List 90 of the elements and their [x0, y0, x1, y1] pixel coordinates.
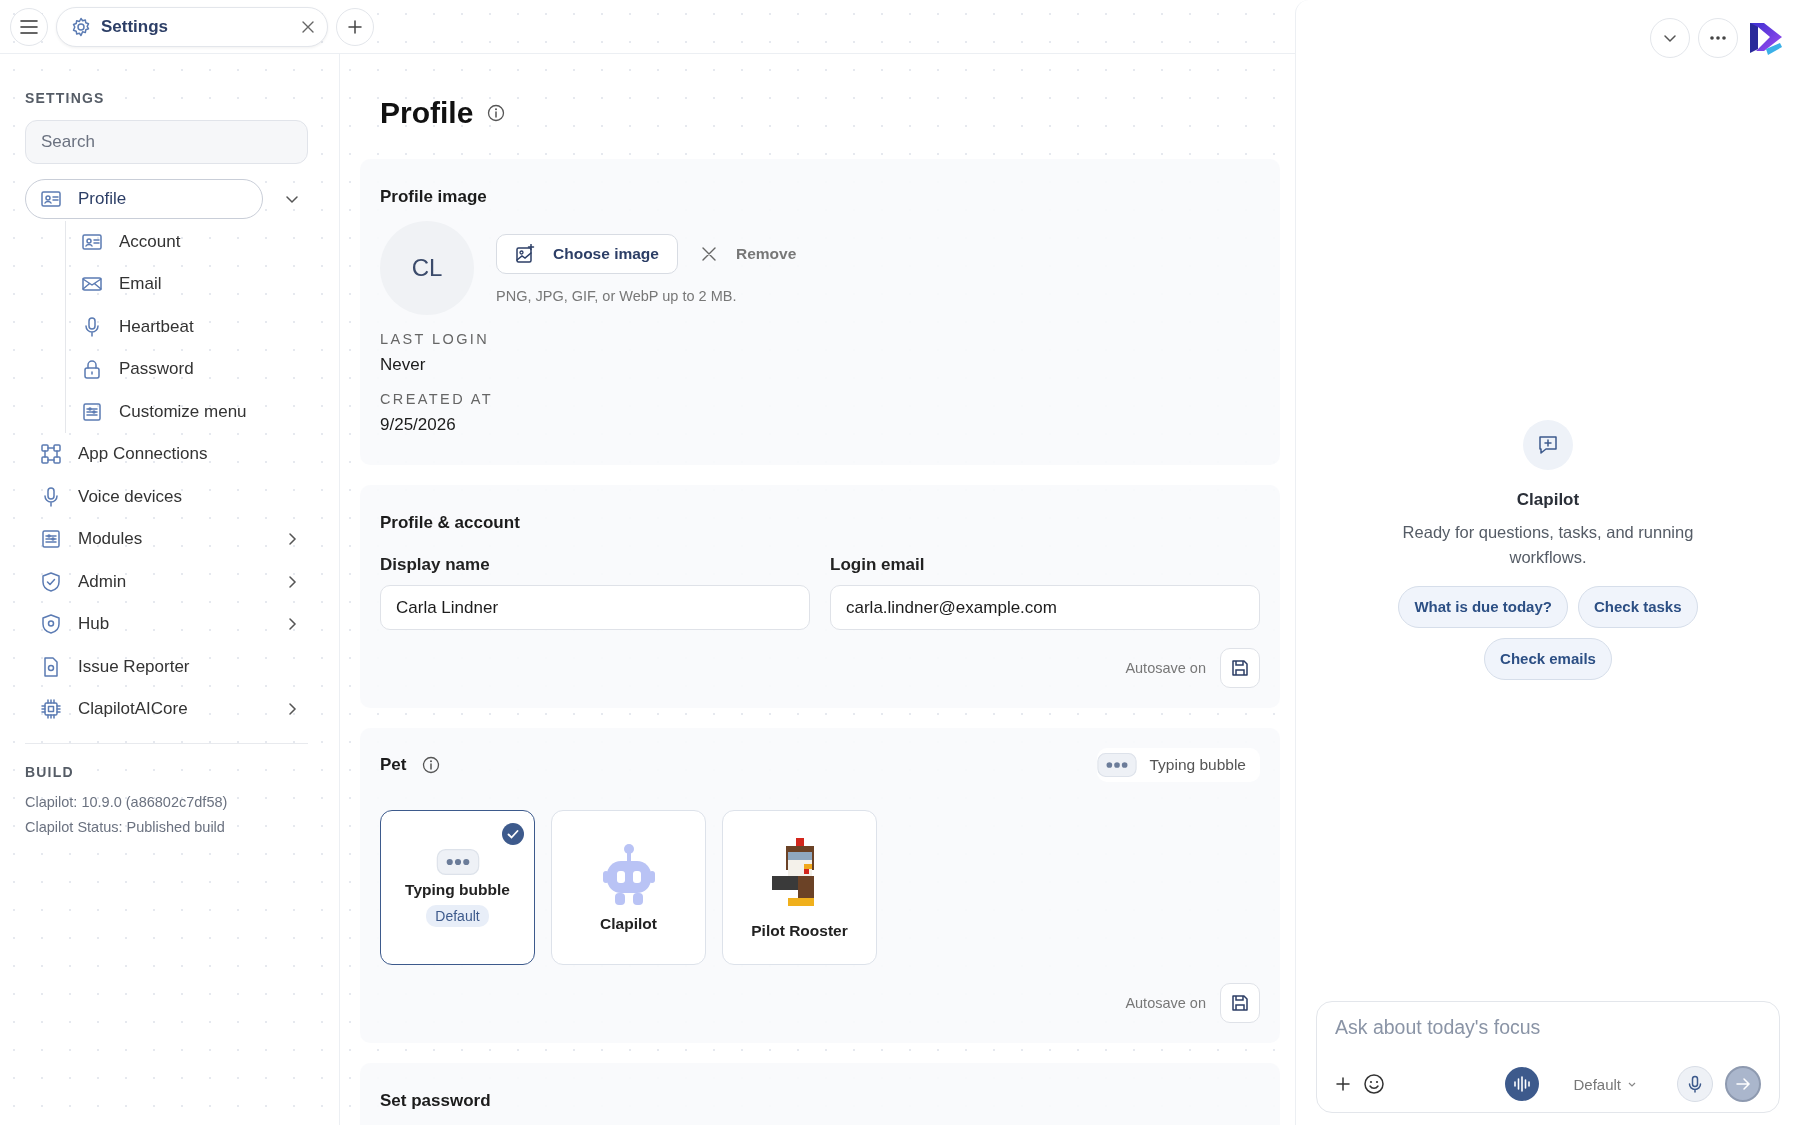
assistant-tagline: Ready for questions, tasks, and running workflows.	[1401, 521, 1695, 568]
assistant-name: Clapilot	[1516, 489, 1580, 510]
voice-mode-button[interactable]	[1505, 1067, 1540, 1101]
settings-icon	[71, 16, 91, 37]
suggestion-chip[interactable]: Check emails	[1484, 637, 1612, 680]
typing-bubble-icon	[435, 848, 480, 875]
avatar: CL	[380, 221, 474, 315]
field-label: CREATED AT	[380, 391, 494, 407]
more-button[interactable]	[1698, 18, 1738, 58]
pet-option[interactable]: Clapilot	[551, 810, 706, 965]
pet-name: Pilot Rooster	[751, 921, 848, 940]
section-heading: Profile image	[380, 187, 488, 207]
sidebar-item[interactable]: Hub	[25, 604, 263, 645]
sidebar-item[interactable]: Account	[66, 221, 286, 262]
field-label: Display name	[380, 555, 491, 575]
waveform-icon	[1513, 1075, 1532, 1093]
pet-option[interactable]: Pilot Rooster	[722, 810, 877, 965]
sidebar-item[interactable]: Email	[66, 264, 286, 305]
shield-icon	[40, 613, 62, 636]
section-heading: Profile & account	[380, 513, 521, 533]
sidebar-item[interactable]: Voice devices	[25, 476, 263, 517]
autosave-status: Autosave on	[1125, 660, 1206, 676]
field-label: LAST LOGIN	[380, 331, 491, 347]
sidebar-item[interactable]: Password	[66, 349, 286, 390]
sidebar-item[interactable]: ClapilotAICore	[25, 689, 263, 730]
sidebar-item[interactable]: App Connections	[25, 434, 263, 475]
sidebar-item[interactable]: Profile	[25, 179, 263, 220]
hint-text: PNG, JPG, GIF, or WebP up to 2 MB.	[496, 288, 738, 304]
info-icon	[422, 756, 441, 774]
save-icon	[1231, 659, 1249, 677]
lock-icon	[81, 358, 103, 381]
network-icon	[40, 443, 62, 466]
sidebar-item[interactable]: Modules	[25, 519, 263, 560]
save-icon	[1231, 994, 1249, 1012]
section-heading: Pet	[380, 755, 407, 775]
chip-icon	[40, 698, 62, 721]
text-field[interactable]: Carla Lindner	[380, 585, 810, 630]
sliders-icon	[40, 528, 62, 551]
tab[interactable]: Settings	[56, 6, 328, 47]
new-tab-button[interactable]	[336, 7, 374, 46]
sidebar-item[interactable]: Issue Reporter	[25, 646, 263, 687]
pet-option[interactable]: Typing bubble Default	[380, 810, 535, 965]
image-add-icon	[515, 244, 535, 264]
send-button[interactable]	[1725, 1066, 1761, 1102]
section-heading: BUILD	[25, 763, 75, 780]
sidebar-item[interactable]: Admin	[25, 561, 263, 602]
section-heading: Set password	[380, 1091, 492, 1111]
choose-image-button[interactable]: Choose image	[496, 234, 678, 274]
message-composer[interactable]: Ask about today's focus Default	[1316, 1001, 1780, 1113]
chat-add-icon	[1537, 433, 1559, 456]
sidebar-item[interactable]: Heartbeat	[66, 306, 286, 347]
remove-button[interactable]: Remove	[695, 244, 803, 264]
page-title: Profile	[380, 95, 474, 130]
search-field[interactable]: Search	[25, 120, 308, 164]
close-button[interactable]	[301, 19, 315, 34]
menu-button[interactable]	[10, 7, 48, 46]
suggestion-chip[interactable]: What is due today?	[1398, 585, 1568, 628]
field-value: Never	[380, 355, 427, 375]
close-icon	[701, 247, 716, 261]
pet-name: Typing bubble	[1149, 756, 1246, 774]
sidebar-item[interactable]: Customize menu	[66, 391, 286, 432]
close-icon	[301, 19, 315, 34]
field-label: Login email	[830, 555, 926, 575]
attach-button[interactable]	[1335, 1076, 1351, 1092]
info-icon	[487, 103, 506, 122]
section-heading: SETTINGS	[25, 90, 106, 106]
build-info: Clapilot: 10.9.0 (a86802c7df58)	[25, 793, 229, 810]
shield-check-icon	[40, 570, 62, 593]
suggestion-chip[interactable]: Check tasks	[1577, 585, 1698, 628]
save-button[interactable]	[1220, 648, 1260, 688]
plus-icon	[347, 18, 363, 35]
pet-name: Typing bubble	[405, 880, 510, 899]
text-field[interactable]: carla.lindner@example.com	[830, 585, 1260, 630]
smiley-icon	[1363, 1073, 1385, 1095]
microphone-button[interactable]	[1677, 1066, 1713, 1102]
emoji-button[interactable]	[1363, 1073, 1385, 1095]
autosave-status: Autosave on	[1125, 995, 1206, 1011]
build-info: Clapilot Status: Published build	[25, 818, 226, 835]
save-button[interactable]	[1220, 983, 1260, 1023]
field-value: 9/25/2026	[380, 415, 457, 435]
sliders-icon	[81, 400, 103, 423]
more-icon	[1709, 35, 1727, 41]
checkmark-icon	[502, 823, 524, 845]
model-dropdown[interactable]: Default	[1567, 1074, 1643, 1094]
typing-bubble-icon	[1097, 753, 1138, 777]
arrow-right-icon	[1735, 1076, 1751, 1092]
plus-icon	[1335, 1076, 1351, 1092]
microphone-icon	[1686, 1075, 1704, 1093]
default-badge: Default	[426, 904, 489, 927]
pet-name: Clapilot	[600, 914, 657, 933]
